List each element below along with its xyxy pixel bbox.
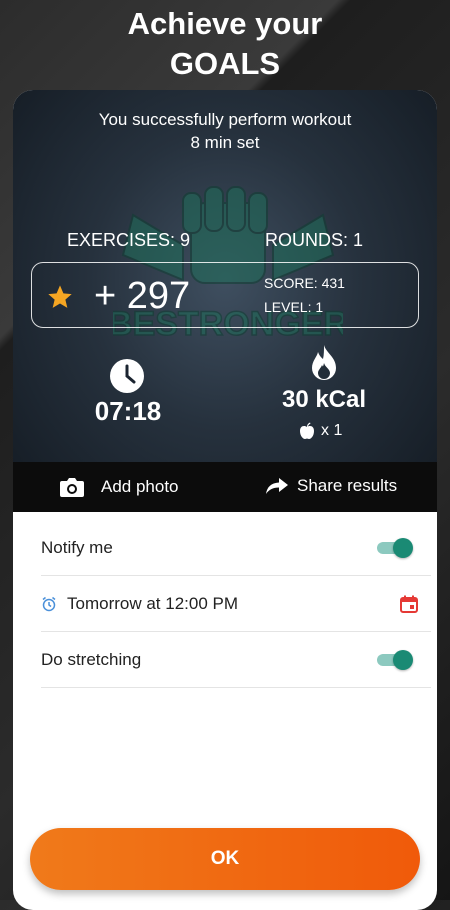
level-value: LEVEL: 1 xyxy=(264,299,324,315)
calendar-icon[interactable] xyxy=(399,594,419,614)
result-card: BESTRONGER You successfully perform work… xyxy=(13,90,437,910)
apple-count: x 1 xyxy=(321,422,343,439)
rounds-count: ROUNDS: 1 xyxy=(265,230,364,250)
notify-label: Notify me xyxy=(41,537,113,557)
add-photo-button[interactable]: Add photo xyxy=(59,476,179,498)
score-box: + 297 SCORE: 431 LEVEL: 1 xyxy=(31,262,419,328)
toggle-thumb xyxy=(393,650,413,670)
reminder-time: Tomorrow at 12:00 PM xyxy=(67,593,239,613)
apple-equivalent: x 1 xyxy=(299,422,342,440)
result-banner: BESTRONGER You successfully perform work… xyxy=(13,90,437,512)
alarm-icon xyxy=(42,596,56,611)
hero-title-line2: GOALS xyxy=(169,46,281,81)
hero-title-line1: Achieve your xyxy=(127,6,323,41)
ok-button[interactable]: OK xyxy=(30,828,420,890)
exercises-count: EXERCISES: 9 xyxy=(67,230,191,250)
share-results-button[interactable]: Share results xyxy=(265,476,397,496)
toggle-thumb xyxy=(393,538,413,558)
calories-burned: 30 kCal xyxy=(281,386,367,413)
fire-icon xyxy=(312,345,336,380)
workout-time: 07:18 xyxy=(94,396,162,426)
share-icon xyxy=(266,478,288,494)
action-bar: Add photo Share results xyxy=(13,462,437,512)
stretching-label: Do stretching xyxy=(41,649,142,669)
apple-icon xyxy=(300,422,314,439)
stretching-toggle[interactable] xyxy=(377,650,413,670)
congrats-message: You successfully perform workout 8 min s… xyxy=(13,108,437,154)
message-line1: You successfully perform workout xyxy=(98,110,352,129)
hero-title: Achieve your GOALS xyxy=(0,4,450,84)
reminder-row[interactable]: Tomorrow at 12:00 PM xyxy=(41,576,431,632)
star-icon xyxy=(48,285,72,308)
clock-icon xyxy=(110,359,144,393)
message-line2: 8 min set xyxy=(190,133,260,152)
camera-icon xyxy=(60,478,84,497)
notify-toggle[interactable] xyxy=(377,538,413,558)
points-earned: + 297 xyxy=(94,275,191,317)
share-results-label: Share results xyxy=(297,476,398,495)
add-photo-label: Add photo xyxy=(101,477,179,496)
notify-row[interactable]: Notify me xyxy=(41,520,431,576)
stretching-row[interactable]: Do stretching xyxy=(41,632,431,688)
score-value: SCORE: 431 xyxy=(264,275,345,291)
